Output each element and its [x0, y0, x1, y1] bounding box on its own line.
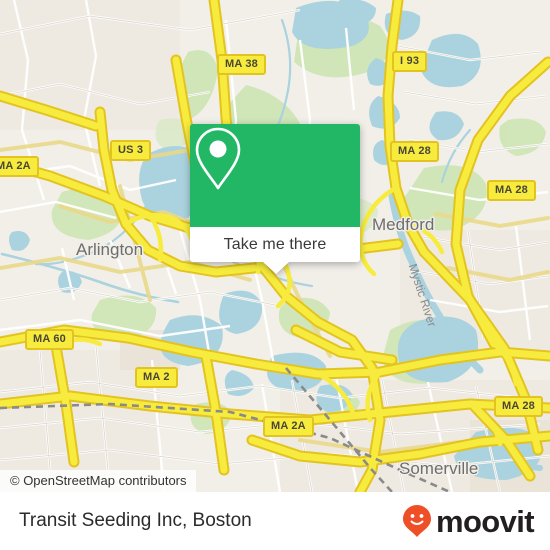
map-pin-icon	[195, 127, 241, 190]
callout-tail	[263, 262, 289, 274]
take-me-there-label: Take me there	[223, 235, 327, 253]
footer-bar: Transit Seeding Inc, Boston moovit	[0, 492, 550, 550]
moovit-logo[interactable]: moovit	[402, 503, 535, 539]
screenshot-root: MA 38 I 93 US 3 MA 2A MA 28 MA 28 MA 60 …	[0, 0, 550, 550]
road-shield: I 93	[392, 51, 428, 72]
road-shield: MA 2	[135, 367, 178, 388]
moovit-wordmark: moovit	[435, 503, 535, 539]
road-shield: MA 28	[390, 141, 439, 162]
place-label-somerville: Somerville	[399, 459, 479, 478]
place-label-medford: Medford	[372, 215, 435, 234]
callout-body	[190, 124, 360, 227]
place-label-arlington: Arlington	[76, 240, 144, 259]
callout-footer[interactable]: Take me there	[190, 227, 360, 262]
road-shield: MA 2A	[0, 156, 39, 177]
road-shield: MA 60	[25, 329, 74, 350]
map-canvas[interactable]: MA 38 I 93 US 3 MA 2A MA 28 MA 28 MA 60 …	[0, 0, 550, 492]
road-shield: MA 2A	[263, 416, 314, 437]
moovit-pin-smiley-icon	[402, 505, 431, 537]
road-shield: MA 28	[487, 180, 536, 201]
road-shield: US 3	[110, 140, 152, 161]
map-callout-card[interactable]: Take me there	[190, 124, 360, 274]
osm-attribution[interactable]: © OpenStreetMap contributors	[0, 470, 196, 492]
road-shield: MA 28	[494, 396, 543, 417]
place-title: Transit Seeding Inc, Boston	[19, 510, 252, 531]
road-shield: MA 38	[217, 54, 266, 75]
